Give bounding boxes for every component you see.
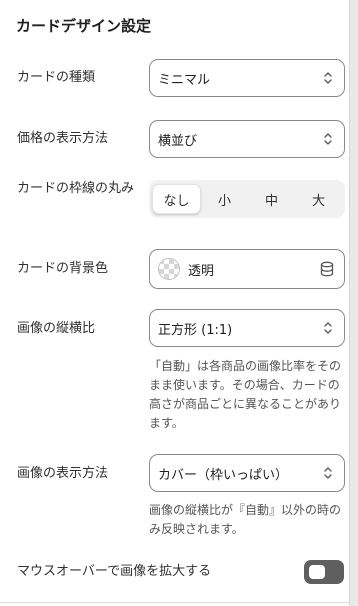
background-color-picker[interactable]: 透明 — [149, 249, 345, 289]
chevron-updown-icon — [324, 133, 332, 145]
aspect-ratio-label: 画像の縦横比 — [17, 321, 96, 336]
background-color-value: 透明 — [188, 263, 215, 279]
corner-radius-option-none[interactable]: なし — [152, 184, 201, 214]
corner-radius-option-small[interactable]: 小 — [201, 184, 248, 214]
image-fit-label: 画像の表示方法 — [17, 466, 109, 481]
toggle-knob — [309, 565, 325, 579]
image-fit-help-text: 画像の縦横比が『自動』以外の時のみ反映されます。 — [149, 503, 342, 536]
corner-radius-option-large[interactable]: 大 — [295, 184, 342, 214]
chevron-updown-icon — [324, 72, 332, 84]
card-type-value: ミニマル — [158, 72, 211, 88]
transparent-swatch-icon — [158, 258, 180, 280]
chevron-updown-icon — [324, 322, 332, 334]
price-display-value: 横並び — [158, 133, 198, 149]
price-display-select[interactable]: 横並び — [149, 120, 345, 158]
corner-radius-option-medium[interactable]: 中 — [248, 184, 295, 214]
panel-title: カードデザイン設定 — [16, 17, 152, 35]
image-fit-value: カバー（枠いっぱい） — [158, 467, 289, 483]
card-design-panel: カードデザイン設定 カードの種類 ミニマル 価格の表示方法 横並び カードの枠線… — [0, 0, 350, 606]
chevron-updown-icon — [324, 467, 332, 479]
aspect-ratio-select[interactable]: 正方形 (1:1) — [149, 309, 345, 347]
card-type-select[interactable]: ミニマル — [149, 59, 345, 97]
corner-radius-segmented-control: なし 小 中 大 — [149, 180, 345, 218]
background-color-label: カードの背景色 — [17, 261, 109, 276]
hover-zoom-toggle[interactable] — [304, 560, 344, 584]
divider — [0, 602, 350, 603]
database-icon — [320, 261, 334, 277]
hover-zoom-label: マウスオーバーで画像を拡大する — [17, 564, 212, 579]
image-fit-select[interactable]: カバー（枠いっぱい） — [149, 454, 345, 492]
aspect-ratio-help-text: 「自動」は各商品の画像比率をそのまま使います。その場合、カードの高さが商品ごとに… — [149, 359, 342, 430]
corner-radius-label: カードの枠線の丸み — [17, 181, 135, 196]
aspect-ratio-value: 正方形 (1:1) — [158, 322, 233, 338]
price-display-label: 価格の表示方法 — [17, 131, 109, 146]
card-type-label: カードの種類 — [17, 70, 96, 85]
